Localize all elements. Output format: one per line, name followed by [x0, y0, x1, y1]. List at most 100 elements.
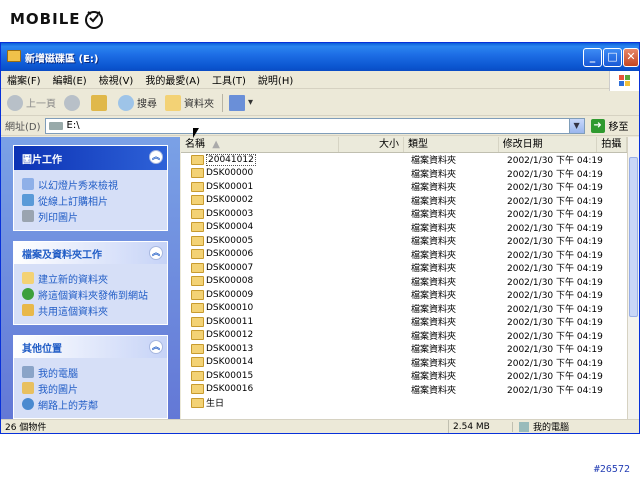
table-row[interactable]: DSK00001 檔案資料夾 2002/1/30 下午 04:19 — [181, 180, 627, 194]
toolbar-separator — [222, 93, 223, 112]
table-row[interactable]: DSK00006 檔案資料夾 2002/1/30 下午 04:19 — [181, 248, 627, 262]
collapse-chevron-icon[interactable]: ︽ — [149, 246, 163, 260]
file-name-cell: DSK00002 — [181, 195, 341, 206]
column-header-name[interactable]: 名稱 ▲ — [181, 137, 339, 152]
file-name-cell: DSK00007 — [181, 262, 341, 273]
table-row[interactable]: DSK00005 檔案資料夾 2002/1/30 下午 04:19 — [181, 234, 627, 248]
column-header-type[interactable]: 類型 — [404, 137, 499, 152]
address-input[interactable]: E:\ ▼ — [44, 117, 585, 134]
menu-file[interactable]: 檔案(F) — [7, 72, 41, 87]
table-row[interactable]: DSK00009 檔案資料夾 2002/1/30 下午 04:19 — [181, 288, 627, 302]
share-folder-link[interactable]: 共用這個資料夾 — [22, 302, 159, 318]
up-folder-button[interactable] — [91, 94, 110, 111]
file-type: 檔案資料夾 — [411, 372, 457, 383]
new-folder-link[interactable]: 建立新的資料夾 — [22, 270, 159, 286]
search-icon — [118, 94, 134, 111]
windows-logo-icon — [609, 71, 639, 91]
back-button[interactable]: 上一頁 — [7, 94, 56, 111]
vertical-scrollbar[interactable] — [627, 137, 639, 419]
table-row[interactable]: 20041012 檔案資料夾 2002/1/30 下午 04:19 — [181, 153, 627, 167]
folder-icon — [191, 249, 204, 260]
file-modified: 2002/1/30 下午 04:19 — [507, 385, 603, 396]
search-label: 搜尋 — [137, 99, 157, 110]
file-name-cell: DSK00009 — [181, 289, 341, 300]
address-bar: 網址(D) E:\ ▼ ➜ 移至 — [1, 116, 639, 136]
column-header-taken[interactable]: 拍攝 — [597, 137, 627, 152]
folder-icon — [191, 222, 204, 233]
collapse-chevron-icon[interactable]: ︽ — [149, 150, 163, 164]
table-row[interactable]: DSK00016 檔案資料夾 2002/1/30 下午 04:19 — [181, 383, 627, 397]
forward-button[interactable] — [64, 94, 83, 111]
file-type: 檔案資料夾 — [411, 291, 457, 302]
table-row[interactable]: DSK00010 檔案資料夾 2002/1/30 下午 04:19 — [181, 302, 627, 316]
menu-favorites[interactable]: 我的最愛(A) — [145, 72, 200, 87]
file-name: DSK00003 — [206, 208, 254, 219]
network-places-link[interactable]: 網路上的芳鄰 — [22, 396, 159, 412]
table-row[interactable]: DSK00013 檔案資料夾 2002/1/30 下午 04:19 — [181, 342, 627, 356]
drive-icon — [48, 121, 63, 130]
publish-web-link[interactable]: 將這個資料夾發佈到網站 — [22, 286, 159, 302]
file-modified: 2002/1/30 下午 04:19 — [507, 277, 603, 288]
file-modified: 2002/1/30 下午 04:19 — [507, 331, 603, 342]
my-pictures-link[interactable]: 我的圖片 — [22, 380, 159, 396]
task-pane: 圖片工作 ︽ 以幻燈片秀來檢視 從線上訂購相片 列印圖片 檔案及資料夾工作 ︽ … — [1, 137, 180, 419]
column-header-modified[interactable]: 修改日期 — [499, 137, 598, 152]
file-name: DSK00004 — [206, 222, 254, 233]
folder-icon — [191, 289, 204, 300]
picture-tasks-header[interactable]: 圖片工作 ︽ — [14, 146, 167, 170]
my-computer-link[interactable]: 我的電腦 — [22, 364, 159, 380]
folder-icon — [191, 384, 204, 395]
title-bar[interactable]: 新增磁碟區 (E:) _ □ ✕ — [1, 43, 639, 71]
table-row[interactable]: DSK00000 檔案資料夾 2002/1/30 下午 04:19 — [181, 167, 627, 181]
file-list: 名稱 ▲ 大小 類型 修改日期 拍攝 20041012 檔案資料夾 2002/1/3… — [181, 137, 627, 419]
file-name: DSK00007 — [206, 262, 254, 273]
file-name-cell: DSK00015 — [181, 370, 341, 381]
table-row[interactable]: DSK00007 檔案資料夾 2002/1/30 下午 04:19 — [181, 261, 627, 275]
file-folder-tasks-header[interactable]: 檔案及資料夾工作 ︽ — [14, 242, 167, 264]
file-type: 檔案資料夾 — [411, 385, 457, 396]
file-name: DSK00001 — [206, 181, 254, 192]
collapse-chevron-icon[interactable]: ︽ — [149, 340, 163, 354]
table-row[interactable]: DSK00004 檔案資料夾 2002/1/30 下午 04:19 — [181, 221, 627, 235]
table-row[interactable]: DSK00008 檔案資料夾 2002/1/30 下午 04:19 — [181, 275, 627, 289]
network-icon — [22, 398, 34, 410]
new-folder-label: 建立新的資料夾 — [38, 274, 108, 286]
file-name: 20041012 — [206, 153, 256, 166]
other-places-header[interactable]: 其他位置 ︽ — [14, 336, 167, 358]
menu-view[interactable]: 檢視(V) — [99, 72, 134, 87]
menu-edit[interactable]: 編輯(E) — [53, 72, 87, 87]
column-header-size[interactable]: 大小 — [339, 137, 404, 152]
file-modified: 2002/1/30 下午 04:19 — [507, 345, 603, 356]
scrollbar-thumb[interactable] — [629, 157, 638, 317]
address-dropdown-icon[interactable]: ▼ — [568, 118, 584, 133]
table-row[interactable]: DSK00015 檔案資料夾 2002/1/30 下午 04:19 — [181, 369, 627, 383]
table-row[interactable]: 生日 — [181, 396, 627, 410]
column-name-label: 名稱 — [185, 139, 205, 150]
slideshow-link[interactable]: 以幻燈片秀來檢視 — [22, 176, 159, 192]
table-row[interactable]: DSK00014 檔案資料夾 2002/1/30 下午 04:19 — [181, 356, 627, 370]
order-prints-link[interactable]: 從線上訂購相片 — [22, 192, 159, 208]
table-row[interactable]: DSK00003 檔案資料夾 2002/1/30 下午 04:19 — [181, 207, 627, 221]
minimize-button[interactable]: _ — [583, 48, 602, 67]
folder-icon — [191, 276, 204, 287]
file-name: DSK00011 — [206, 316, 254, 327]
site-header: MOBILE — [0, 0, 640, 40]
go-button[interactable]: ➜ 移至 — [590, 118, 629, 133]
table-row[interactable]: DSK00012 檔案資料夾 2002/1/30 下午 04:19 — [181, 329, 627, 343]
folders-label: 資料夾 — [184, 99, 214, 110]
folders-button[interactable]: 資料夾 — [165, 94, 214, 111]
table-row[interactable]: DSK00002 檔案資料夾 2002/1/30 下午 04:19 — [181, 194, 627, 208]
folders-icon — [165, 94, 181, 111]
views-button[interactable]: ▾ — [229, 94, 253, 111]
maximize-button[interactable]: □ — [603, 48, 622, 67]
table-row[interactable]: DSK00011 檔案資料夾 2002/1/30 下午 04:19 — [181, 315, 627, 329]
file-name-cell: DSK00010 — [181, 303, 341, 314]
print-pictures-link[interactable]: 列印圖片 — [22, 208, 159, 224]
menu-tools[interactable]: 工具(T) — [212, 72, 246, 87]
site-logo[interactable]: MOBILE — [10, 10, 104, 29]
search-button[interactable]: 搜尋 — [118, 94, 157, 111]
menu-help[interactable]: 說明(H) — [258, 72, 293, 87]
file-modified: 2002/1/30 下午 04:19 — [507, 196, 603, 207]
file-type: 檔案資料夾 — [411, 196, 457, 207]
close-button[interactable]: ✕ — [623, 48, 639, 67]
